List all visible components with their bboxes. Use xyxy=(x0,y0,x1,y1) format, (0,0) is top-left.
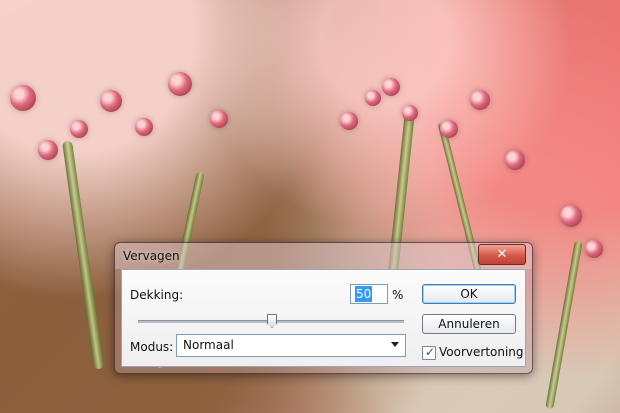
flower-bud xyxy=(168,72,192,96)
fade-dialog: Vervagen ✕ Dekking: 50 % Modus: Normaal … xyxy=(114,242,533,374)
flower-bud xyxy=(70,120,88,138)
preview-checkbox[interactable]: ✓ xyxy=(422,345,436,360)
flower-bud xyxy=(210,110,228,128)
close-button[interactable]: ✕ xyxy=(478,244,526,265)
flower-bud xyxy=(560,205,582,227)
mode-label: Modus: xyxy=(130,340,174,354)
stem xyxy=(62,140,104,370)
cancel-button-label: Annuleren xyxy=(438,317,500,331)
checkmark-icon: ✓ xyxy=(425,345,436,359)
opacity-input[interactable]: 50 xyxy=(350,284,388,304)
flower-bud xyxy=(470,90,490,110)
preview-label: Voorvertoning xyxy=(439,345,524,359)
ok-button[interactable]: OK xyxy=(422,284,516,304)
flower-bud xyxy=(382,78,400,96)
flower-bud xyxy=(505,150,525,170)
stem xyxy=(545,240,583,410)
opacity-label: Dekking: xyxy=(130,288,184,302)
flower-bud xyxy=(100,90,122,112)
cancel-button[interactable]: Annuleren xyxy=(422,314,516,334)
ok-button-label: OK xyxy=(460,287,478,301)
flower-bud xyxy=(585,240,603,258)
flower-bud xyxy=(340,112,358,130)
dialog-titlebar[interactable]: Vervagen ✕ xyxy=(115,243,532,269)
flower-bud xyxy=(365,90,381,106)
close-icon: ✕ xyxy=(496,247,508,262)
dialog-title: Vervagen xyxy=(123,249,180,263)
flower-bud xyxy=(10,85,36,111)
flower-bud xyxy=(38,140,58,160)
flower-bud xyxy=(402,105,418,121)
flower-bud xyxy=(440,120,458,138)
opacity-input-value: 50 xyxy=(355,286,373,302)
percent-unit: % xyxy=(392,288,404,302)
flower-bud xyxy=(135,118,153,136)
opacity-slider-thumb[interactable] xyxy=(267,314,277,328)
dialog-body: Dekking: 50 % Modus: Normaal OK Annulere… xyxy=(121,269,526,367)
chevron-down-icon xyxy=(391,342,399,347)
mode-select-value: Normaal xyxy=(183,338,234,352)
mode-select[interactable]: Normaal xyxy=(176,334,406,357)
